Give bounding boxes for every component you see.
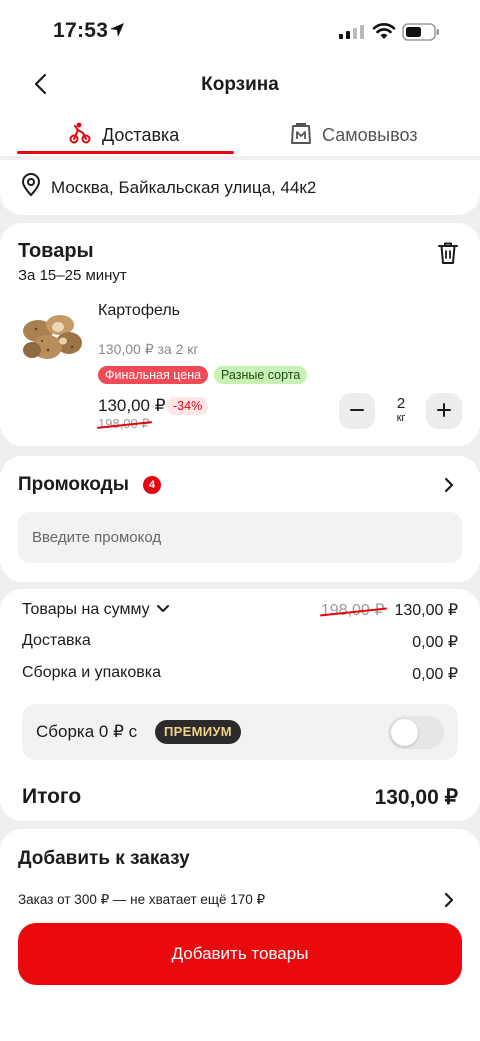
signal-icon: [339, 25, 365, 44]
goods-sum-old: 198,00 ₽: [320, 602, 385, 619]
location-arrow-icon: [108, 21, 126, 44]
tab-delivery[interactable]: Доставка: [68, 118, 179, 152]
promo-title[interactable]: Промокоды: [18, 474, 129, 496]
quantity-number: 2: [396, 395, 406, 412]
promo-code-input[interactable]: [18, 512, 462, 563]
packing-value: 0,00 ₽: [412, 666, 458, 683]
premium-toggle[interactable]: [388, 716, 444, 749]
add-to-order-title: Добавить к заказу: [18, 848, 190, 869]
final-price-badge: Финальная цена: [98, 366, 209, 384]
trash-icon[interactable]: [437, 241, 459, 270]
goods-title: Товары: [18, 240, 94, 262]
packing-label: Сборка и упаковка: [22, 664, 161, 681]
tab-delivery-label: Доставка: [102, 124, 180, 145]
battery-icon: [402, 22, 440, 47]
address-text: Москва, Байкальская улица, 44к2: [51, 177, 317, 197]
delivery-label: Доставка: [22, 632, 91, 649]
tab-pickup-label: Самовывоз: [322, 124, 418, 145]
premium-badge: ПРЕМИУМ: [155, 720, 241, 744]
product-unit-price: 130,00 ₽ за 2 кг: [98, 341, 199, 357]
delivery-address[interactable]: Москва, Байкальская улица, 44к2: [0, 160, 480, 215]
add-goods-button[interactable]: Добавить товары: [18, 923, 462, 985]
map-pin-icon: [20, 173, 42, 202]
goods-sum-toggle[interactable]: Товары на сумму: [22, 600, 170, 620]
quantity-value: 2 кг: [380, 395, 422, 425]
min-order-note[interactable]: Заказ от 300 ₽ — не хватает ещё 170 ₽: [18, 892, 265, 908]
chevron-right-icon[interactable]: [441, 891, 457, 914]
variety-badge: Разные сорта: [214, 366, 308, 384]
chevron-right-icon[interactable]: [441, 476, 457, 499]
active-tab-indicator: [17, 151, 234, 154]
chevron-down-icon: [156, 601, 170, 619]
product-old-price-wrap: 198,00 ₽: [98, 416, 150, 432]
minus-icon: [349, 397, 365, 425]
quantity-unit: кг: [396, 412, 406, 424]
total-label: Итого: [22, 785, 82, 808]
product-image[interactable]: [20, 305, 84, 367]
page-title: Корзина: [201, 74, 279, 95]
decrease-quantity-button[interactable]: [339, 393, 375, 429]
delivery-value: 0,00 ₽: [412, 634, 458, 651]
goods-sum-values: 198,00 ₽ 130,00 ₽: [321, 600, 458, 620]
summary-goods-row: Товары на сумму 198,00 ₽ 130,00 ₽: [22, 600, 458, 620]
product-old-price: 198,00 ₽: [98, 416, 150, 431]
goods-sum-label: Товары на сумму: [22, 601, 150, 618]
wifi-icon: [372, 22, 396, 45]
status-time: 17:53: [53, 19, 109, 42]
total-value: 130,00 ₽: [374, 786, 458, 809]
promo-count-badge: 4: [143, 476, 161, 494]
summary-delivery-row: Доставка 0,00 ₽: [22, 632, 458, 652]
increase-quantity-button[interactable]: [426, 393, 462, 429]
summary-packing-row: Сборка и упаковка 0,00 ₽: [22, 664, 458, 684]
goods-sum-value: 130,00 ₽: [394, 602, 458, 619]
courier-icon: [68, 121, 92, 150]
premium-text: Сборка 0 ₽ с: [36, 722, 138, 741]
discount-badge: -34%: [167, 397, 209, 415]
product-price: 130,00 ₽: [98, 396, 166, 415]
product-name[interactable]: Картофель: [98, 302, 180, 320]
tab-pickup[interactable]: Самовывоз: [290, 118, 418, 152]
plus-icon: [436, 397, 452, 425]
shopping-bag-icon: [290, 121, 312, 150]
delivery-eta: За 15–25 минут: [18, 267, 127, 284]
